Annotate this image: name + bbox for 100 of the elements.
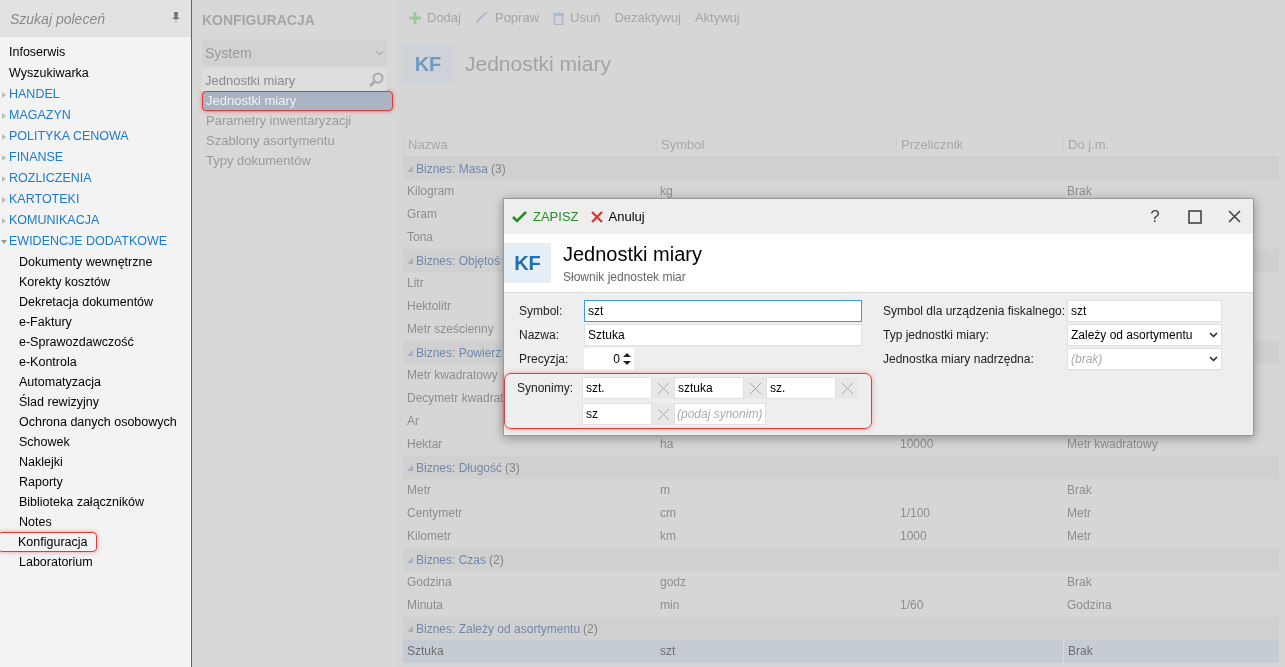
parent-unit-dropdown[interactable]: (brak) <box>1067 348 1222 370</box>
collapsed-triangle-icon[interactable] <box>1 133 7 140</box>
menu-group[interactable]: HANDEL <box>0 84 191 105</box>
save-button[interactable]: ZAPISZ <box>512 206 579 227</box>
menu-item[interactable]: Laboratorium <box>0 552 102 572</box>
name-field[interactable]: Sztuka <box>584 324 862 346</box>
help-button[interactable]: ? <box>1144 203 1166 230</box>
table-row[interactable]: Centymetr cm 1/100 Metr <box>403 502 1279 525</box>
menu-group[interactable]: KOMUNIKACJA <box>0 210 191 231</box>
menu-item[interactable]: Wyszukiwarka <box>0 63 191 84</box>
collapsed-triangle-icon[interactable] <box>1 112 7 119</box>
group-row[interactable]: Biznes: Zależy od asortymentu (2) <box>403 617 1279 640</box>
menu-item[interactable]: e-Sprawozdawczość <box>0 332 143 352</box>
list-item[interactable]: Parametry inwentaryzacji <box>202 111 387 131</box>
table-row[interactable]: Metr m Brak <box>403 479 1279 502</box>
maximize-icon[interactable] <box>1188 209 1202 224</box>
table-cell: cm <box>660 506 676 520</box>
group-count: (3) <box>491 160 506 178</box>
expanded-triangle-icon[interactable] <box>1 238 7 245</box>
table-cell: Godzina <box>1067 598 1112 612</box>
menu-group[interactable]: ROZLICZENIA <box>0 168 191 189</box>
collapsed-triangle-icon[interactable] <box>1 154 7 161</box>
remove-button[interactable] <box>652 403 674 425</box>
group-row[interactable]: Biznes: Długość (3) <box>403 456 1279 479</box>
collapsed-triangle-icon[interactable] <box>1 175 7 182</box>
dialog-subtitle: Słownik jednostek miar <box>563 269 687 286</box>
menu-item[interactable]: Schowek <box>0 432 79 452</box>
table-cell: Sztuka <box>407 644 444 658</box>
synonym-field[interactable]: sz <box>582 403 652 425</box>
table-cell: km <box>660 529 676 543</box>
group-row[interactable]: Biznes: Czas (2) <box>403 548 1279 571</box>
module-badge: KF <box>403 44 453 83</box>
menu-item[interactable]: Ochrona danych osobowych <box>0 412 186 432</box>
menu-item[interactable]: Dokumenty wewnętrzne <box>0 252 162 272</box>
list-item[interactable]: Typy dokumentów <box>202 151 387 171</box>
table-cell: Hektar <box>407 437 443 451</box>
collapsed-triangle-icon[interactable] <box>1 196 7 203</box>
chevron-icon <box>1209 356 1218 362</box>
menu-group[interactable]: MAGAZYN <box>0 105 191 126</box>
synonym-field[interactable]: sztuka <box>674 377 744 399</box>
collapse-triangle-icon[interactable] <box>407 165 413 172</box>
remove-icon <box>841 382 853 394</box>
remove-button[interactable] <box>744 377 766 399</box>
collapse-triangle-icon[interactable] <box>407 349 413 356</box>
collapsed-triangle-icon[interactable] <box>1 91 7 98</box>
table-row[interactable]: Minuta min 1/60 Godzina <box>403 594 1279 617</box>
menu-group[interactable]: POLITYKA CENOWA <box>0 126 191 147</box>
table-row[interactable]: Hektar ha 10000 Metr kwadratowy <box>403 433 1279 456</box>
remove-button[interactable] <box>652 377 674 399</box>
spinner-arrows-icon[interactable] <box>623 352 631 366</box>
search-field[interactable]: Szukaj poleceń <box>0 0 191 37</box>
group-row[interactable]: Biznes: Masa (3) <box>403 157 1279 180</box>
chevron-icon <box>1209 332 1218 338</box>
menu-item[interactable]: Biblioteka załączników <box>0 492 154 512</box>
menu-item[interactable]: Naklejki <box>0 452 72 472</box>
group-count: (3) <box>505 459 520 477</box>
collapsed-triangle-icon[interactable] <box>1 217 7 224</box>
field-label: Precyzja: <box>518 351 570 368</box>
field-label: Symbol dla urządzenia fiskalnego: <box>883 303 1067 320</box>
menu-item[interactable]: Automatyzacja <box>0 372 110 392</box>
menu-item[interactable]: Ślad rewizyjny <box>0 392 108 412</box>
field-label: Synonimy: <box>516 380 575 397</box>
table-cell: Brak <box>1067 483 1092 497</box>
table-cell: Metr <box>1067 506 1091 520</box>
menu-item[interactable]: Raporty <box>0 472 72 492</box>
menu-item[interactable]: Infoserwis <box>0 42 191 63</box>
remove-button[interactable] <box>836 377 858 399</box>
menu-group[interactable]: FINANSE <box>0 147 191 168</box>
table-cell: Tona <box>407 230 434 244</box>
synonym-field[interactable]: sz. <box>766 377 836 399</box>
synonym-field[interactable]: szt. <box>582 377 652 399</box>
group-label: Biznes: Czas <box>416 551 487 569</box>
menu-item[interactable]: Notes <box>0 512 61 532</box>
table-row[interactable]: Sztuka szt Brak <box>403 640 1279 663</box>
cancel-button[interactable]: Anuluj <box>590 206 645 227</box>
synonym-input[interactable]: (podaj synonim) <box>674 403 766 425</box>
menu-item[interactable]: Korekty kosztów <box>0 272 119 292</box>
remove-icon <box>749 382 761 394</box>
precision-spinner[interactable]: 0 <box>584 348 634 370</box>
menu-item[interactable]: Konfiguracja <box>0 532 97 552</box>
menu-item[interactable]: e-Faktury <box>0 312 81 332</box>
menu-item[interactable]: Dekretacja dokumentów <box>0 292 163 312</box>
collapse-triangle-icon[interactable] <box>407 556 413 563</box>
collapse-triangle-icon[interactable] <box>407 625 413 632</box>
unit-type-dropdown[interactable]: Zależy od asortymentu <box>1067 324 1222 346</box>
menu-item[interactable]: e-Kontrola <box>0 352 86 372</box>
collapse-triangle-icon[interactable] <box>407 257 413 264</box>
symbol-field[interactable]: szt <box>584 300 862 322</box>
close-icon[interactable] <box>1228 210 1241 223</box>
fiscal-symbol-field[interactable]: szt <box>1067 300 1222 322</box>
search-field[interactable]: Jednostki miary <box>202 69 387 91</box>
table-row[interactable]: Godzina godz Brak <box>403 571 1279 594</box>
list-item[interactable]: Szablony asortymentu <box>202 131 387 151</box>
table-row[interactable]: Kilometr km 1000 Metr <box>403 525 1279 548</box>
table-cell: Metr kwadratowy <box>407 368 498 382</box>
collapse-triangle-icon[interactable] <box>407 464 413 471</box>
group-label: Biznes: Długość <box>416 459 503 477</box>
search-icon[interactable] <box>369 72 384 87</box>
menu-group[interactable]: KARTOTEKI <box>0 189 191 210</box>
menu-group[interactable]: EWIDENCJE DODATKOWE <box>0 231 191 252</box>
